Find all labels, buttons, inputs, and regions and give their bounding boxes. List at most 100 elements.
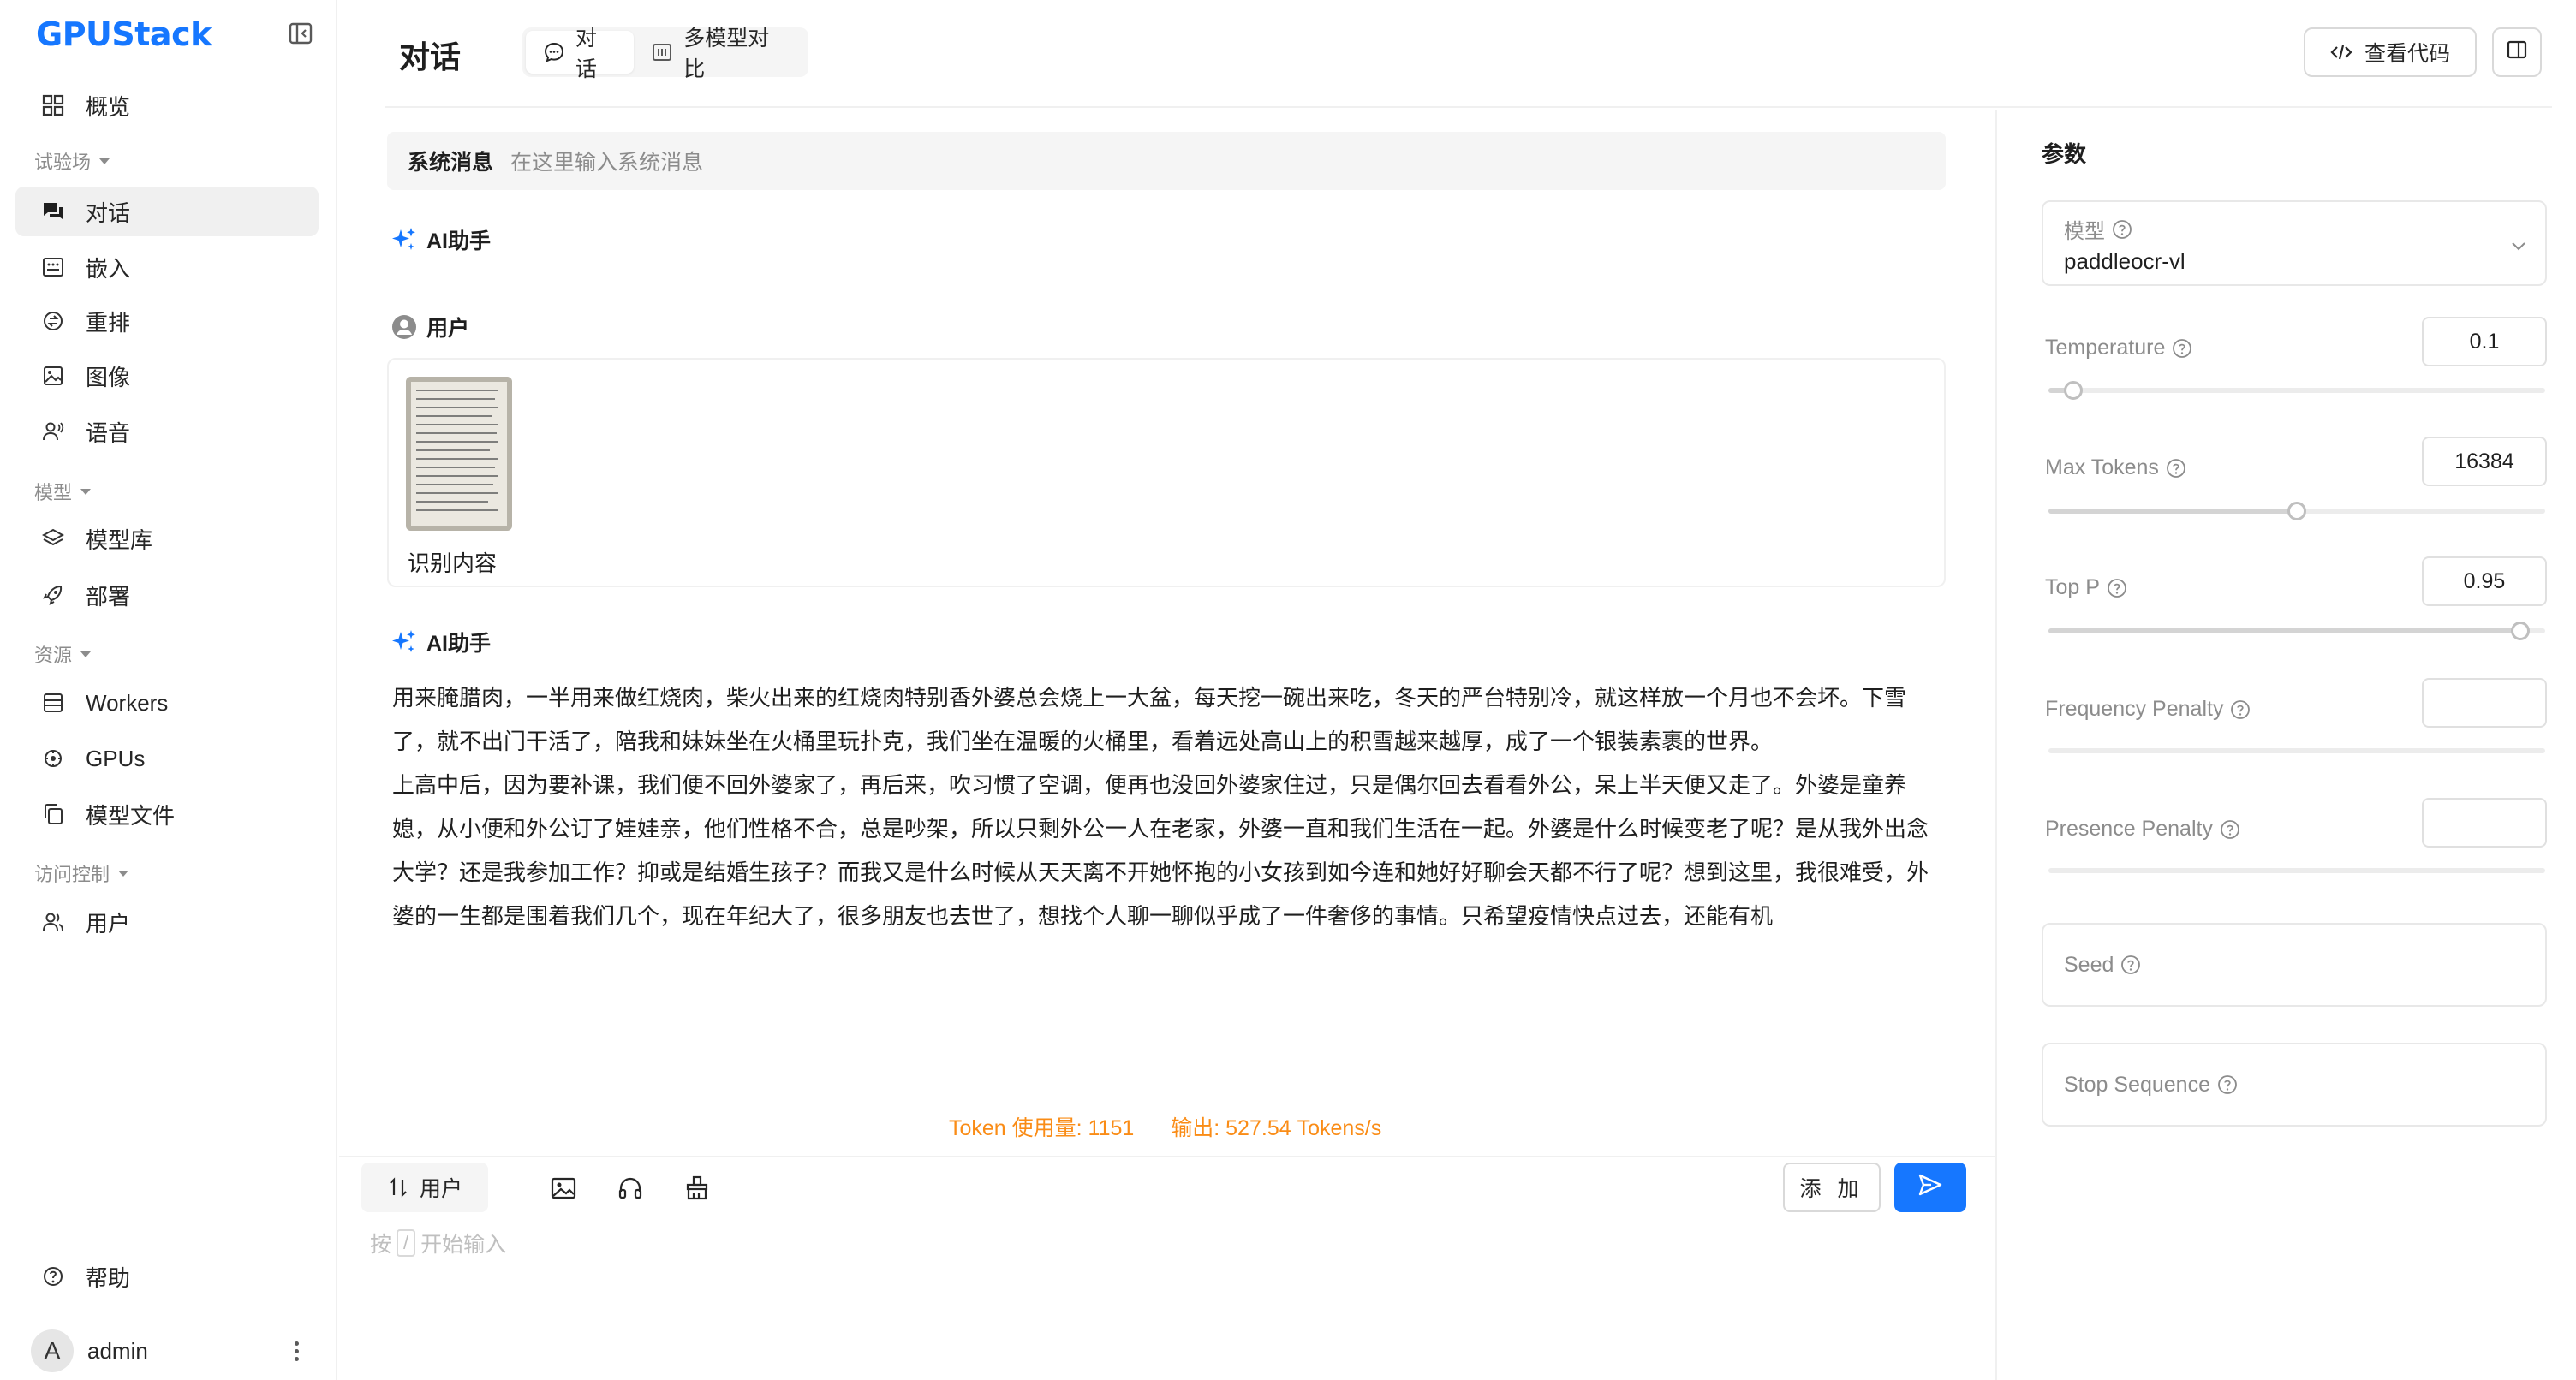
top-p-slider[interactable]: [2048, 622, 2545, 640]
question-circle-icon[interactable]: [2230, 699, 2251, 720]
sidebar-item-embedding[interactable]: 嵌入: [15, 242, 319, 292]
presence-penalty-slider[interactable]: [2048, 868, 2545, 873]
system-message-input[interactable]: 系统消息 在这里输入系统消息: [387, 132, 1946, 190]
embedding-icon: [41, 255, 65, 279]
users-icon: [41, 910, 65, 934]
params-divider: [1995, 110, 1997, 1380]
sidebar-item-overview[interactable]: 概览: [15, 80, 319, 130]
attached-image-thumbnail[interactable]: [406, 377, 512, 531]
sidebar-item-deployments[interactable]: 部署: [15, 570, 319, 620]
token-usage: Token 使用量: 1151 输出: 527.54 Tokens/s: [949, 1111, 1412, 1142]
assistant-paragraph: 用来腌腊肉，一半用来做红烧肉，柴火出来的红烧肉特别香外婆总会烧上一大盆，每天挖一…: [392, 685, 1907, 754]
slider-handle[interactable]: [2064, 381, 2083, 400]
question-circle-icon[interactable]: [2112, 219, 2132, 240]
view-code-button[interactable]: 查看代码: [2304, 27, 2477, 77]
max-tokens-input[interactable]: 16384: [2422, 437, 2547, 486]
layers-icon: [41, 526, 65, 550]
message-input[interactable]: 按 / 开始输入: [370, 1228, 506, 1258]
image-icon: [41, 364, 65, 388]
sidebar-item-label: 部署: [86, 583, 131, 610]
slider-fill: [2048, 509, 2297, 514]
presence-penalty-input[interactable]: [2422, 798, 2547, 848]
page-title: 对话: [399, 39, 462, 74]
input-divider: [339, 1156, 1997, 1157]
system-message-placeholder: 在这里输入系统消息: [510, 151, 704, 175]
sidebar-item-label: GPUs: [86, 745, 146, 771]
temperature-slider[interactable]: [2048, 381, 2545, 400]
frequency-penalty-slider[interactable]: [2048, 748, 2545, 753]
question-circle-icon[interactable]: [2217, 1074, 2238, 1095]
files-icon: [41, 802, 65, 826]
assistant-paragraph: 上高中后，因为要补课，我们便不回外婆家了，再后来，吹习惯了空调，便再也没回外婆家…: [392, 772, 1929, 929]
max-tokens-label: Max Tokens: [2045, 455, 2186, 480]
question-circle-icon[interactable]: [2172, 338, 2192, 359]
caret-down-icon: [80, 488, 92, 495]
more-vertical-icon[interactable]: [288, 1341, 305, 1361]
rerank-icon: [41, 309, 65, 333]
compare-icon: [651, 41, 673, 63]
sidebar-item-label: 概览: [86, 93, 131, 120]
temperature-input[interactable]: 0.1: [2422, 317, 2547, 366]
user-avatar-icon: [391, 313, 418, 341]
seed-input[interactable]: Seed: [2042, 923, 2547, 1007]
sidebar-item-rerank[interactable]: 重排: [15, 296, 319, 346]
chat-icon: [41, 199, 65, 223]
sidebar-item-chat[interactable]: 对话: [15, 187, 319, 236]
model-value: paddleocr-vl: [2064, 248, 2185, 274]
model-label: 模型: [2064, 214, 2132, 244]
help-icon: [41, 1264, 65, 1288]
clear-broom-icon[interactable]: [683, 1175, 711, 1202]
user-menu[interactable]: A admin: [31, 1329, 305, 1373]
max-tokens-slider[interactable]: [2048, 502, 2545, 520]
sidebar-item-speech[interactable]: 语音: [15, 407, 319, 456]
user-message-text: 识别内容: [408, 550, 498, 576]
question-circle-icon[interactable]: [2220, 819, 2240, 840]
role-switch-button[interactable]: 用户: [361, 1163, 488, 1212]
question-circle-icon[interactable]: [2107, 578, 2127, 598]
sidebar-item-gpus[interactable]: GPUs: [15, 734, 319, 783]
hint-prefix: 按: [370, 1233, 392, 1257]
stop-sequence-input[interactable]: Stop Sequence: [2042, 1043, 2547, 1127]
tab-chat[interactable]: 对话: [526, 27, 635, 81]
nav-group-resources[interactable]: 资源: [34, 640, 92, 668]
slider-handle[interactable]: [2511, 622, 2530, 640]
top-p-label: Top P: [2045, 575, 2127, 600]
sidebar-item-model-files[interactable]: 模型文件: [15, 789, 319, 839]
send-button[interactable]: [1894, 1163, 1966, 1212]
sidebar-item-users[interactable]: 用户: [15, 897, 319, 947]
avatar[interactable]: A: [31, 1329, 74, 1372]
tab-multi-model-compare[interactable]: 多模型对比: [634, 27, 805, 81]
question-circle-icon[interactable]: [2166, 458, 2186, 479]
gpustack-logo[interactable]: GPUStack: [36, 15, 212, 53]
audio-headphones-icon[interactable]: [617, 1175, 644, 1202]
caret-down-icon: [99, 158, 110, 164]
gpu-icon: [41, 747, 65, 770]
sidebar-item-label: 用户: [86, 910, 131, 937]
sidebar-item-help[interactable]: 帮助: [15, 1252, 319, 1301]
sidebar-item-model-catalog[interactable]: 模型库: [15, 514, 319, 563]
chevron-down-icon: [2509, 235, 2528, 253]
model-select[interactable]: 模型 paddleocr-vl: [2042, 200, 2547, 286]
question-circle-icon[interactable]: [2120, 955, 2141, 975]
top-p-input[interactable]: 0.95: [2422, 556, 2547, 606]
nav-group-models[interactable]: 模型: [34, 478, 92, 505]
temperature-label: Temperature: [2045, 336, 2192, 360]
mode-tabs: 对话 多模型对比: [522, 27, 808, 81]
sidebar-collapse-icon[interactable]: [288, 21, 313, 46]
frequency-penalty-input[interactable]: [2422, 678, 2547, 728]
message-icon: [543, 41, 565, 63]
nav-group-playground[interactable]: 试验场: [34, 147, 110, 175]
sidebar-item-workers[interactable]: Workers: [15, 678, 319, 728]
sidebar: GPUStack 概览 试验场 对话 嵌入 重排 图像 语音 模型 模型库 部署…: [0, 0, 337, 1380]
server-icon: [41, 691, 65, 715]
sidebar-item-image[interactable]: 图像: [15, 351, 319, 401]
upload-image-icon[interactable]: [550, 1175, 577, 1202]
nav-group-access-control[interactable]: 访问控制: [34, 860, 129, 887]
presence-penalty-label: Presence Penalty: [2045, 817, 2240, 842]
output-speed: 输出: 527.54 Tokens/s: [1171, 1116, 1382, 1140]
user-message: 识别内容: [387, 358, 1946, 587]
help-label: 帮助: [86, 1264, 131, 1291]
slider-handle[interactable]: [2287, 502, 2306, 520]
add-message-button[interactable]: 添 加: [1783, 1163, 1881, 1212]
panel-toggle-button[interactable]: [2492, 27, 2542, 77]
